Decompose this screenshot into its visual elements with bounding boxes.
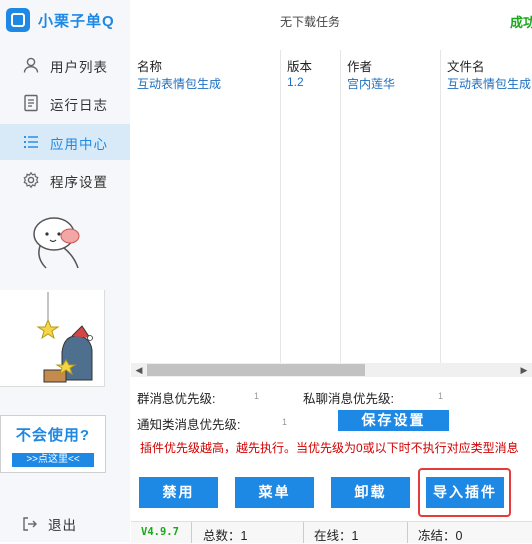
table-cell[interactable]: 1.2	[287, 75, 304, 89]
download-task-status: 无下载任务	[280, 15, 341, 29]
sidebar-item-logs[interactable]: 运行日志	[0, 85, 130, 121]
save-settings-button[interactable]: 保存设置	[338, 410, 449, 431]
mascot-sticker	[33, 217, 80, 269]
sidebar-item-users[interactable]: 用户列表	[0, 47, 130, 83]
notify-priority-input[interactable]: 1	[282, 417, 287, 427]
scroll-left-icon[interactable]: ◀	[133, 364, 145, 376]
table-cell[interactable]: 宫内莲华	[347, 75, 395, 92]
app-logo-icon	[6, 8, 30, 32]
disable-button[interactable]: 禁用	[139, 477, 218, 508]
help-button[interactable]: >>点这里<<	[12, 453, 94, 467]
exit-button[interactable]: 退出	[22, 514, 77, 534]
total-count: 总数：1	[203, 529, 248, 543]
sidebar-item-label: 应用中心	[50, 137, 108, 152]
gear-icon	[23, 171, 39, 189]
help-panel: 不会使用? >>点这里<<	[0, 415, 106, 473]
group-priority-label: 群消息优先级:	[137, 392, 216, 406]
success-status: 成功	[510, 15, 532, 30]
column-header[interactable]: 版本	[287, 56, 312, 75]
sidebar-item-label: 程序设置	[50, 175, 108, 190]
scrollbar-thumb[interactable]	[147, 364, 365, 376]
column-author: 作者 宫内莲华	[341, 50, 441, 363]
table-cell[interactable]: 互动表情包生成	[137, 75, 221, 92]
exit-label: 退出	[48, 518, 77, 533]
column-header[interactable]: 作者	[347, 56, 372, 75]
notify-priority-label: 通知类消息优先级:	[137, 418, 241, 432]
priority-warning: 插件优先级越高，越先执行。当优先级为0或以下时不执行对应类型消息	[140, 441, 519, 455]
scroll-right-icon[interactable]: ▶	[518, 364, 530, 376]
sidebar-item-label: 运行日志	[50, 98, 108, 113]
log-icon	[24, 94, 38, 112]
app-title: 小栗子单Q	[38, 12, 115, 30]
help-title: 不会使用?	[15, 427, 91, 444]
private-priority-label: 私聊消息优先级:	[303, 392, 394, 406]
private-priority-input[interactable]: 1	[438, 391, 443, 401]
column-header[interactable]: 名称	[137, 56, 162, 75]
table-cell[interactable]: 互动表情包生成	[447, 75, 531, 92]
app-brand: 小栗子单Q	[6, 6, 115, 34]
column-name: 名称 互动表情包生成	[131, 50, 281, 363]
sidebar: 小栗子单Q 用户列表 运行日志 应用中心 程序设置 不会使用? >>点这里<< …	[0, 0, 130, 542]
uninstall-button[interactable]: 卸载	[331, 477, 410, 508]
horizontal-scrollbar[interactable]: ◀ ▶	[131, 363, 532, 377]
menu-button[interactable]: 菜单	[235, 477, 314, 508]
sidebar-item-app-center[interactable]: 应用中心	[0, 124, 130, 160]
column-header[interactable]: 文件名	[447, 56, 485, 75]
user-icon	[23, 57, 39, 73]
column-filename: 文件名 互动表情包生成	[441, 50, 532, 363]
online-count: 在线：1	[314, 529, 359, 543]
group-priority-input[interactable]: 1	[254, 391, 259, 401]
cat-doodle-icon	[36, 292, 93, 383]
exit-icon	[23, 517, 37, 531]
sidebar-item-settings[interactable]: 程序设置	[0, 162, 130, 198]
frozen-count: 冻结：0	[418, 529, 463, 543]
version-label: V4.9.7	[141, 526, 179, 538]
import-plugin-button[interactable]: 导入插件	[426, 477, 504, 508]
decorative-doodle	[0, 290, 105, 387]
sidebar-item-label: 用户列表	[50, 60, 108, 75]
status-bar: V4.9.7 总数：1 在线：1 冻结：0	[131, 521, 532, 543]
column-version: 版本 1.2	[281, 50, 341, 363]
list-icon	[23, 135, 38, 149]
plugin-table: 名称 互动表情包生成 版本 1.2 作者 宫内莲华 文件名 互动表情包生成	[131, 50, 532, 363]
